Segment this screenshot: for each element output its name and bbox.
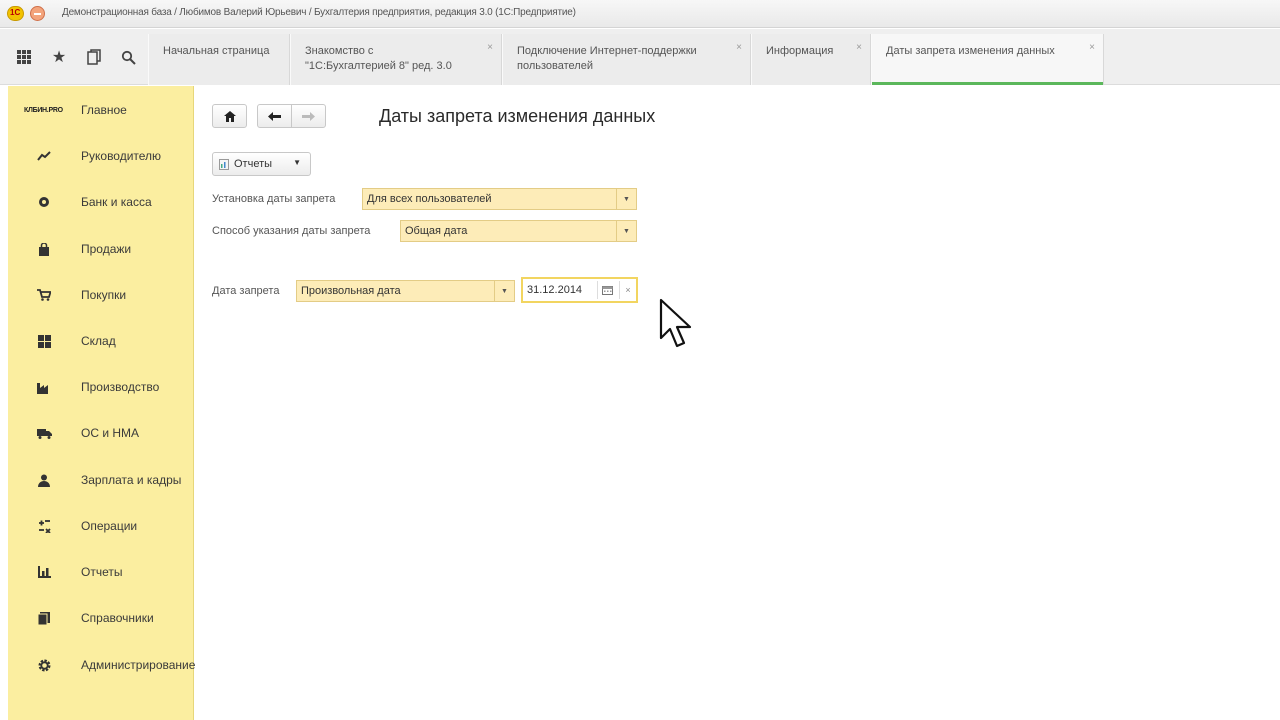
back-button[interactable] (257, 104, 292, 128)
closing-date-field[interactable]: 31.12.2014 × (521, 277, 638, 303)
gear-icon (36, 657, 52, 673)
tab-label: Даты запрета изменения данных (886, 45, 1055, 57)
chart-icon (36, 564, 52, 580)
sidebar-item-label: Зарплата и кадры (81, 473, 182, 487)
home-button[interactable] (212, 104, 247, 128)
home-icon (223, 110, 236, 122)
search-icon[interactable] (118, 47, 138, 67)
truck-icon (36, 425, 52, 441)
setup-label: Установка даты запрета (212, 193, 336, 205)
grid-icon[interactable] (14, 47, 34, 67)
method-select[interactable]: Общая дата ▼ (400, 220, 637, 242)
date-kind-select[interactable]: Произвольная дата ▼ (296, 280, 515, 302)
sections-sidebar: КЛБИН.PRO Главное Руководителю Банк и ка… (8, 86, 196, 720)
mouse-cursor-icon (659, 298, 692, 348)
star-icon[interactable]: ★ (49, 47, 69, 67)
chevron-down-icon[interactable]: ▼ (616, 189, 636, 209)
sidebar-item-administration[interactable]: Администрирование (8, 650, 196, 680)
page-title: Даты запрета изменения данных (379, 106, 656, 126)
clear-icon[interactable]: × (619, 281, 636, 299)
tab-closing-dates[interactable]: Даты запрета изменения данных × (871, 34, 1104, 85)
operations-icon (36, 518, 52, 534)
sidebar-item-label: Продажи (81, 242, 132, 256)
arrow-right-icon (302, 111, 315, 121)
sidebar-item-label: Руководителю (81, 149, 162, 163)
sidebar-item-bank[interactable]: Банк и касса (8, 187, 194, 217)
sidebar-item-manager[interactable]: Руководителю (8, 141, 194, 171)
sidebar-item-label: Производство (81, 380, 160, 394)
close-icon[interactable]: × (1089, 40, 1095, 55)
date-label: Дата запрета (212, 285, 280, 297)
sidebar-item-label: Администрирование (81, 658, 196, 672)
tab-internet-support[interactable]: Подключение Интернет-поддержки пользоват… (502, 34, 751, 85)
sidebar-item-label: Справочники (81, 611, 154, 625)
sidebar-item-fixed-assets[interactable]: ОС и НМА (8, 418, 194, 448)
setup-select[interactable]: Для всех пользователей ▼ (362, 188, 637, 210)
window-title: Демонстрационная база / Любимов Валерий … (62, 7, 576, 18)
closing-date-value: 31.12.2014 (527, 284, 583, 296)
close-icon[interactable]: × (487, 40, 493, 55)
factory-icon (36, 379, 52, 395)
bag-icon (36, 241, 52, 257)
sidebar-item-label: Отчеты (81, 565, 123, 579)
close-icon[interactable]: × (736, 40, 742, 55)
tab-bar: ★ Начальная страница Знакомство с "1С:Бу… (0, 29, 1280, 85)
history-icon[interactable] (84, 47, 104, 67)
sidebar-item-label: Склад (81, 334, 116, 348)
book-icon (36, 610, 52, 626)
sidebar-item-main[interactable]: КЛБИН.PRO Главное (8, 95, 194, 125)
reports-button-label: Отчеты (234, 158, 273, 170)
forward-button[interactable] (291, 104, 326, 128)
tab-label: Информация (766, 45, 834, 57)
tab-label: Подключение Интернет-поддержки пользоват… (517, 45, 697, 72)
window-title-bar: Демонстрационная база / Любимов Валерий … (0, 0, 1280, 28)
sidebar-item-operations[interactable]: Операции (8, 511, 194, 541)
sidebar-item-label: Покупки (81, 288, 127, 302)
reports-button[interactable]: Отчеты ▼ (212, 152, 311, 176)
sidebar-item-purchases[interactable]: Покупки (8, 280, 194, 310)
tab-intro[interactable]: Знакомство с "1С:Бухгалтерией 8" ред. 3.… (290, 34, 502, 85)
sidebar-item-label: Банк и касса (81, 195, 152, 209)
arrow-left-icon (268, 111, 281, 121)
method-label: Способ указания даты запрета (212, 225, 371, 237)
chevron-down-icon: ▼ (293, 158, 301, 167)
main-menu-button[interactable] (30, 6, 45, 21)
logo-icon: КЛБИН.PRO (24, 106, 63, 114)
sidebar-item-salary[interactable]: Зарплата и кадры (8, 465, 194, 495)
app-logo-icon (7, 6, 24, 21)
close-icon[interactable]: × (856, 40, 862, 55)
tab-home[interactable]: Начальная страница (148, 34, 290, 85)
setup-value: Для всех пользователей (367, 193, 492, 205)
method-value: Общая дата (405, 225, 468, 237)
sidebar-item-sales[interactable]: Продажи (8, 234, 194, 264)
calendar-icon[interactable] (597, 281, 617, 299)
chevron-down-icon[interactable]: ▼ (616, 221, 636, 241)
trend-icon (36, 148, 52, 164)
sidebar-item-label: Операции (81, 519, 138, 533)
sidebar-item-label: ОС и НМА (81, 426, 140, 440)
tab-info[interactable]: Информация × (751, 34, 871, 85)
warehouse-icon (36, 333, 52, 349)
sidebar-item-production[interactable]: Производство (8, 372, 194, 402)
tab-label: Знакомство с "1С:Бухгалтерией 8" ред. 3.… (305, 45, 452, 72)
sidebar-item-warehouse[interactable]: Склад (8, 326, 194, 356)
sidebar-item-reports[interactable]: Отчеты (8, 557, 194, 587)
sidebar-item-label: Главное (81, 103, 127, 117)
coins-icon (36, 194, 52, 210)
sidebar-item-catalogs[interactable]: Справочники (8, 603, 194, 633)
report-icon (219, 158, 229, 170)
person-icon (36, 472, 52, 488)
tab-label: Начальная страница (163, 45, 270, 57)
date-kind-value: Произвольная дата (301, 285, 401, 297)
cart-icon (36, 287, 52, 303)
chevron-down-icon[interactable]: ▼ (494, 281, 514, 301)
